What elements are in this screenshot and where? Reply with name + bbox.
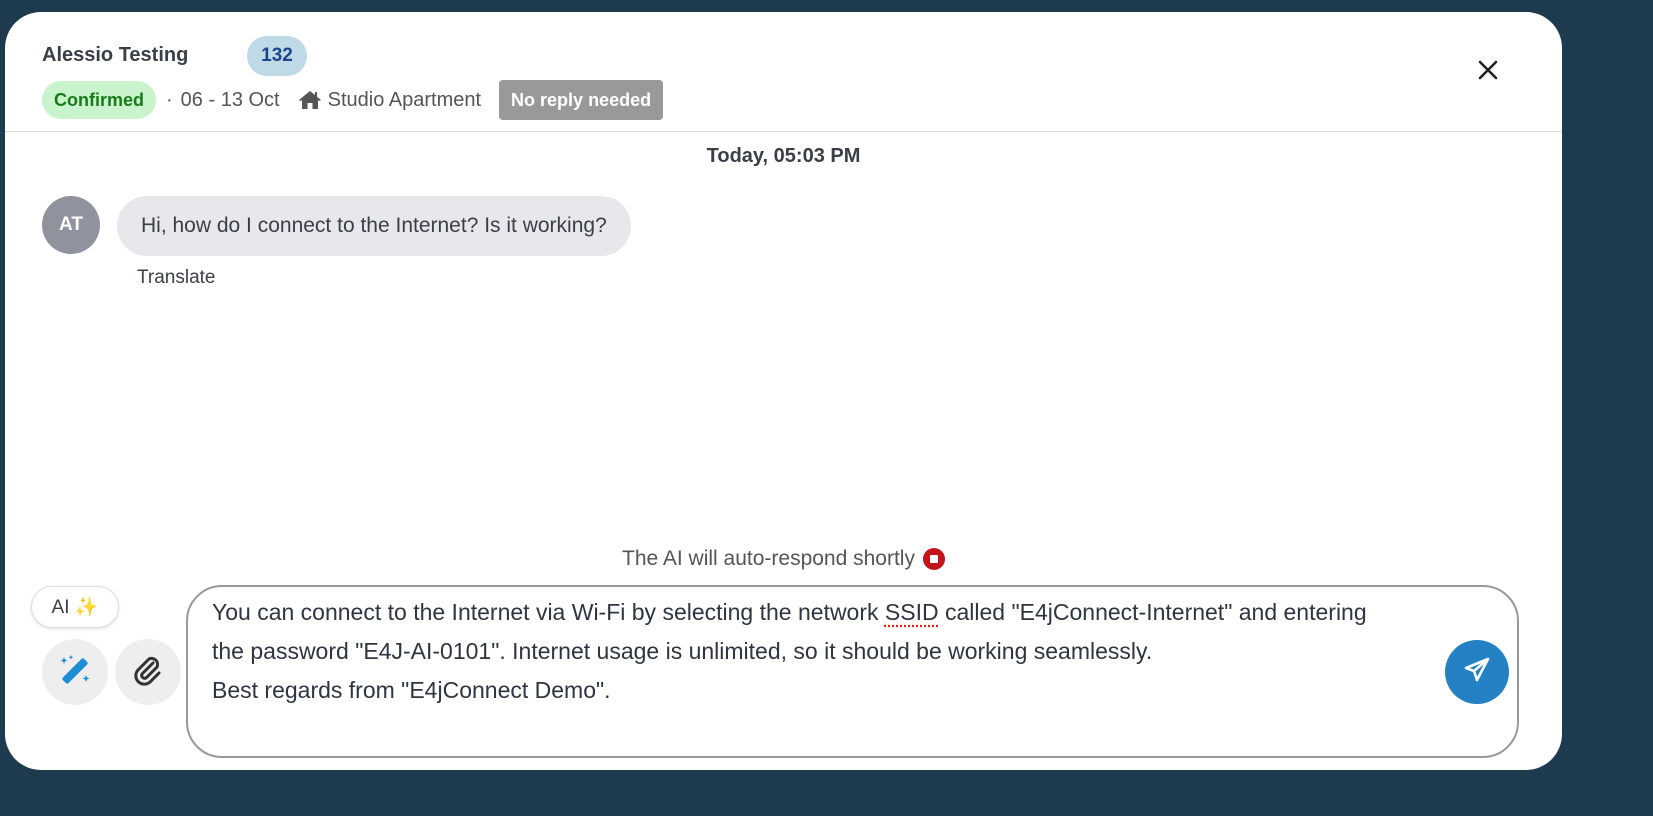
separator: · (166, 88, 173, 111)
ai-button[interactable]: AI ✨ (31, 586, 119, 628)
status-badge: Confirmed (42, 81, 156, 119)
listing-name: Studio Apartment (327, 88, 482, 111)
conversation-modal: Alessio Testing 132 Confirmed · 06 - 13 … (5, 12, 1562, 770)
booking-info: Confirmed · 06 - 13 Oct Studio Apartment… (42, 80, 664, 120)
magic-wand-button[interactable] (42, 639, 108, 705)
stop-icon[interactable] (922, 548, 945, 570)
avatar: AT (42, 196, 100, 254)
magic-wand-icon (58, 653, 92, 692)
spellcheck-word: SSID (884, 599, 939, 625)
no-reply-needed-button[interactable]: No reply needed (499, 80, 664, 120)
attach-button[interactable] (115, 639, 181, 705)
message-input[interactable]: You can connect to the Internet via Wi-F… (186, 585, 1519, 758)
close-icon[interactable] (1476, 58, 1500, 82)
modal-header: Alessio Testing 132 Confirmed · 06 - 13 … (5, 12, 1562, 132)
translate-link[interactable]: Translate (137, 267, 216, 289)
paperclip-icon (133, 654, 163, 691)
send-icon (1463, 656, 1491, 689)
ai-notice: The AI will auto-respond shortly (5, 547, 1562, 571)
count-badge: 132 (247, 36, 307, 76)
home-icon (298, 90, 322, 110)
stay-dates: 06 - 13 Oct (180, 88, 280, 111)
draft-text: You can connect to the Internet via Wi-F… (212, 599, 885, 625)
guest-name: Alessio Testing (42, 44, 189, 66)
send-button[interactable] (1445, 640, 1509, 704)
ai-notice-text: The AI will auto-respond shortly (622, 547, 915, 570)
message-bubble: Hi, how do I connect to the Internet? Is… (117, 196, 631, 256)
date-divider: Today, 05:03 PM (706, 145, 861, 167)
